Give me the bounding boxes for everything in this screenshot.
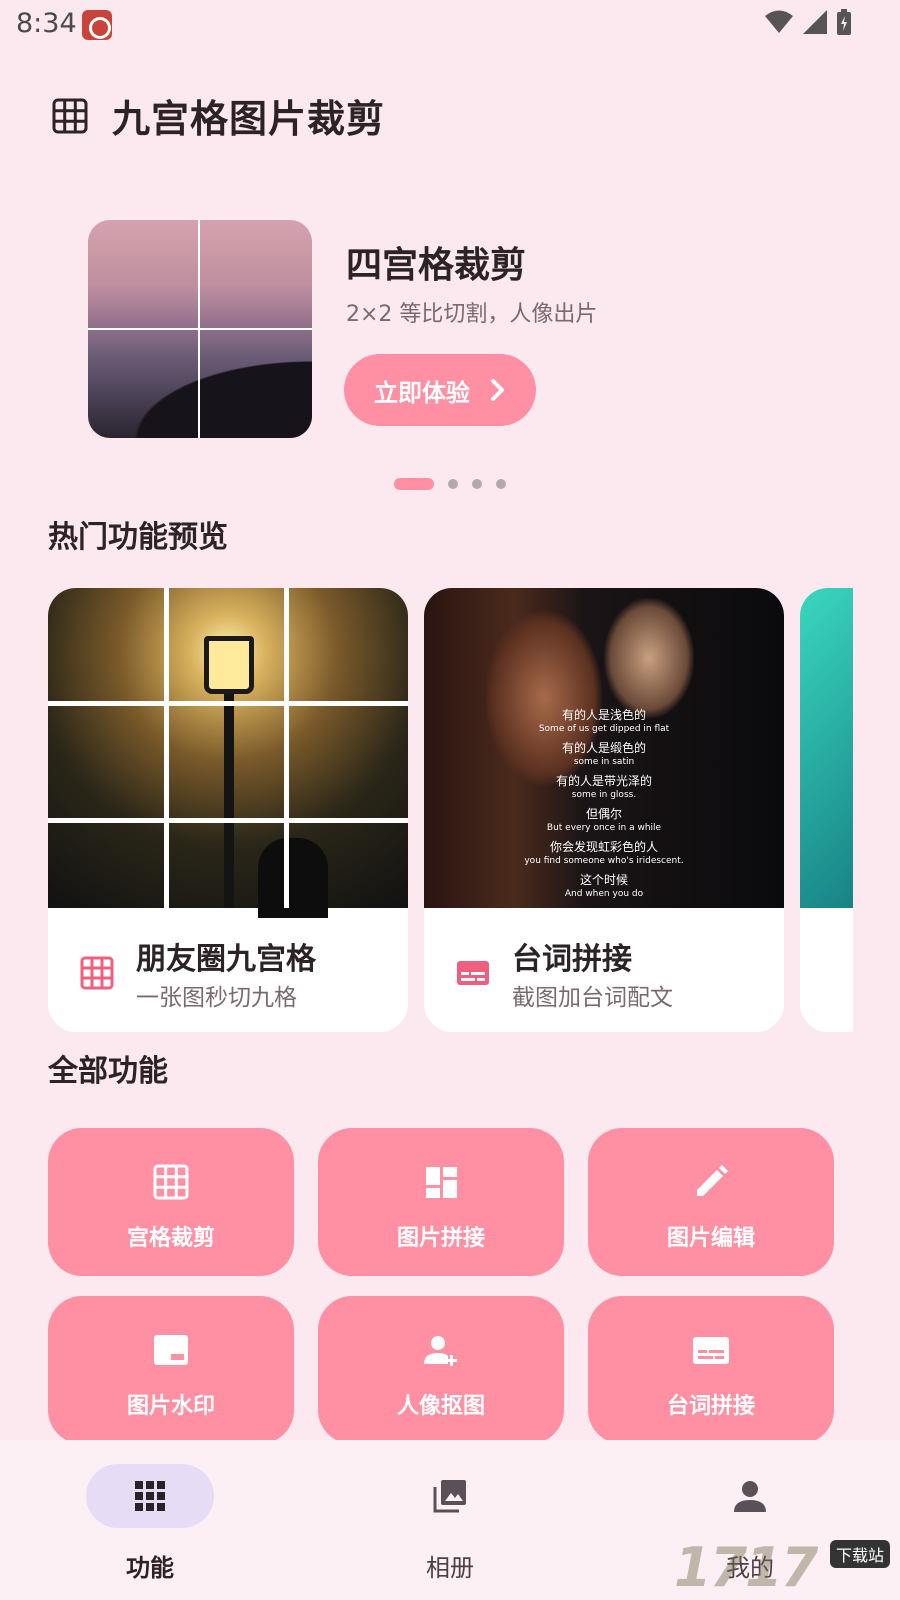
func-watermark-button[interactable]: 图片水印 [48,1296,294,1444]
banner-subtitle: 2×2 等比切割，人像出片 [346,302,598,327]
dashboard-icon [426,1167,457,1198]
app-bar: 九宫格图片裁剪 [52,88,385,143]
func-label: 图片编辑 [666,1226,755,1251]
func-label: 台词拼接 [666,1394,755,1419]
try-now-label: 立即体验 [374,378,470,407]
all-features-title: 全部功能 [48,1054,168,1089]
func-edit-button[interactable]: 图片编辑 [588,1128,834,1276]
func-label: 人像抠图 [396,1394,485,1419]
carousel-dot[interactable] [448,479,458,489]
hot-features-carousel[interactable]: 朋友圈九宫格 一张图秒切九格 有的人是浅色的 Some of us get di… [48,588,853,1034]
subtitle-en: But every once in a while [546,823,662,833]
grid-line [48,701,408,706]
site-watermark: 1717 下载站 [674,1536,900,1600]
status-time: 8:34 [16,8,77,39]
func-label: 图片水印 [126,1394,215,1419]
card-meta: 台词拼接 截图加台词配文 [424,908,784,1032]
grid-line [48,818,408,823]
subtitle-cn: 有的人是带光泽的 [555,774,652,788]
feature-banner[interactable]: 四宫格裁剪 2×2 等比切割，人像出片 立即体验 [88,220,828,440]
func-subtitle-button[interactable]: 台词拼接 [588,1296,834,1444]
person-add-icon [424,1336,457,1366]
carousel-dot[interactable] [496,479,506,489]
card-subtitle: 一张图秒切九格 [136,985,297,1011]
func-cutout-button[interactable]: 人像抠图 [318,1296,564,1444]
battery-icon [837,9,851,35]
status-bar: 8:34 [0,0,900,48]
person-icon [734,1481,766,1512]
subtitle-en: you find someone who's iridescent. [524,856,684,866]
grid-line [284,588,289,908]
subtitle-preview-image: 有的人是浅色的 Some of us get dipped in flat 有的… [424,588,784,908]
nine-grid-preview-image [48,588,408,918]
subtitles-icon [457,961,489,985]
grid-icon [52,98,88,133]
grid-icon [80,956,114,990]
subtitle-cn: 你会发现虹彩色的人 [549,840,658,854]
face-shape [604,598,694,718]
banner-image-shore [88,340,312,438]
subtitles-icon [693,1337,729,1364]
card-subtitle: 截图加台词配文 [512,985,673,1011]
subtitle-en: And when you do [564,889,644,899]
status-icons [764,8,852,36]
nav-tab-features[interactable]: 功能 [46,1464,226,1584]
watermark-badge: 下载站 [829,1540,890,1568]
grid-line [164,588,169,908]
signal-icon [803,10,827,34]
photo-library-icon [433,1480,466,1513]
nav-label: 功能 [126,1554,174,1582]
grid-icon [153,1164,189,1200]
subtitle-en: some in satin [573,757,635,767]
subtitle-cn: 这个时候 [579,873,628,887]
nav-label: 相册 [426,1554,474,1582]
pencil-icon [697,1165,728,1196]
feature-card-subtitle-stitch[interactable]: 有的人是浅色的 Some of us get dipped in flat 有的… [424,588,784,1032]
func-label: 宫格裁剪 [126,1226,215,1251]
person-silhouette [258,838,328,918]
func-grid-crop-button[interactable]: 宫格裁剪 [48,1128,294,1276]
func-collage-button[interactable]: 图片拼接 [318,1128,564,1276]
try-now-button[interactable]: 立即体验 [344,354,536,426]
banner-title: 四宫格裁剪 [346,245,527,286]
page-title: 九宫格图片裁剪 [112,97,386,141]
nav-tab-album[interactable]: 相册 [346,1464,526,1584]
subtitle-cn: 但偶尔 [585,807,622,821]
grid-divider-horizontal [88,328,312,330]
hot-features-title: 热门功能预览 [48,520,228,555]
banner-image [88,220,312,438]
subtitle-en: Some of us get dipped in flat [538,724,670,734]
wifi-icon [765,10,793,33]
subtitle-lines: 有的人是浅色的 Some of us get dipped in flat 有的… [424,708,784,906]
carousel-dot[interactable] [472,479,482,489]
card-title: 台词拼接 [512,942,632,977]
carousel-dot-active[interactable] [394,478,434,490]
func-label: 图片拼接 [396,1226,485,1251]
subtitle-cn: 有的人是浅色的 [561,708,646,722]
feature-card-partial[interactable] [800,588,853,1032]
card-title: 朋友圈九宫格 [136,942,316,977]
chevron-right-icon [491,379,504,401]
subtitle-cn: 有的人是缎色的 [561,741,646,755]
subtitle-en: some in gloss. [571,790,637,800]
watermark-icon [154,1335,188,1365]
carousel-indicator [394,478,506,490]
partial-card-image [800,588,853,908]
lamp-shape [204,636,254,694]
card-meta: 朋友圈九宫格 一张图秒切九格 [48,908,408,1032]
feature-card-nine-grid[interactable]: 朋友圈九宫格 一张图秒切九格 [48,588,408,1032]
notification-app-icon [82,10,112,40]
watermark-text: 1717 [674,1536,818,1599]
apps-icon [135,1481,165,1511]
